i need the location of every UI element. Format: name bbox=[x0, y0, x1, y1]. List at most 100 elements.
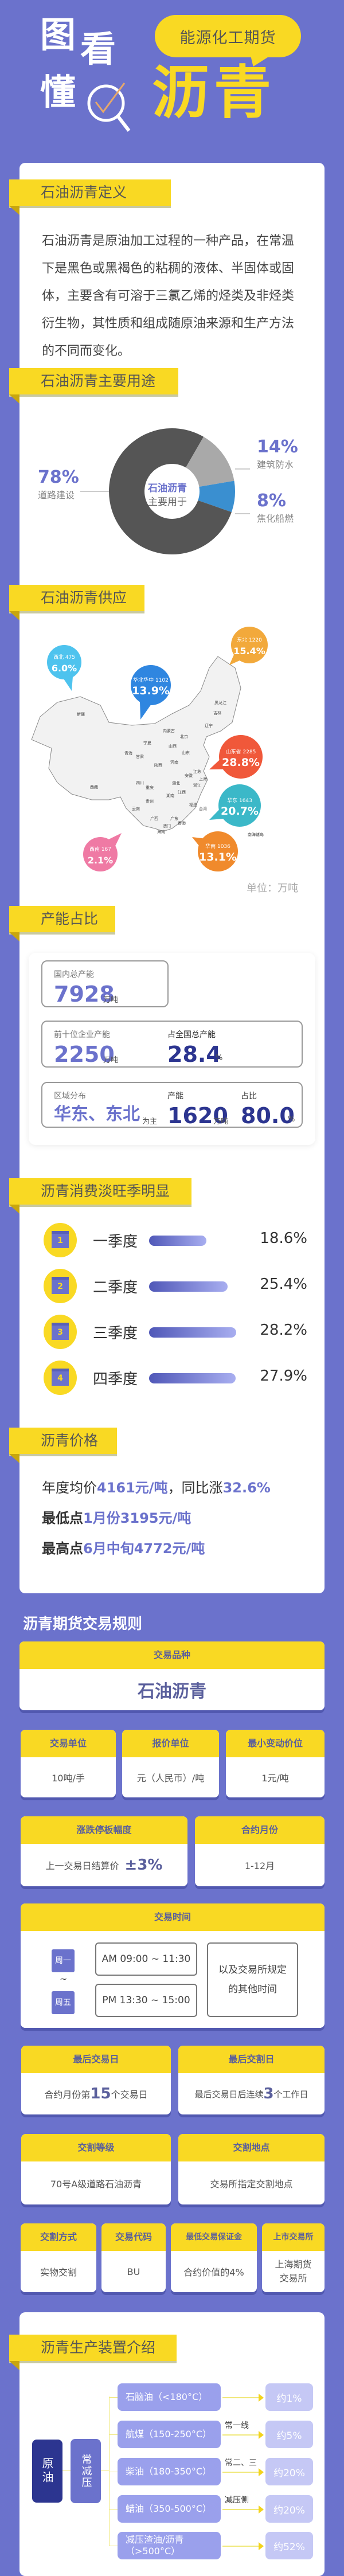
rule-value: 70号A级道路石油沥青 bbox=[50, 2178, 142, 2190]
quarter-row: 1 一季度 18.6% bbox=[44, 1223, 307, 1257]
rule-value: 1元/吨 bbox=[261, 1773, 289, 1784]
province-label: 重庆 bbox=[146, 785, 154, 790]
region-name: 西南 167 bbox=[89, 846, 111, 853]
price-line-high: 最高点6月中旬4772元/吨 bbox=[42, 1537, 205, 1557]
section-heading-price: 沥青价格 bbox=[9, 1428, 117, 1463]
rule-heading: 涨跌停板幅度 bbox=[21, 1816, 187, 1844]
rule-method: 交割方式 实物交割 bbox=[21, 2223, 96, 2292]
region-name: 华东 1643 bbox=[227, 797, 252, 804]
stat-unit: % bbox=[288, 1115, 295, 1124]
rule-heading: 最后交易日 bbox=[21, 2046, 171, 2073]
region-bubble: 西北 475 6.0% bbox=[47, 645, 81, 691]
rule-value: 1-12月 bbox=[244, 1860, 275, 1871]
quarter-badge: 3 bbox=[44, 1315, 77, 1349]
stat-unit: 万吨 bbox=[103, 1056, 119, 1065]
province-label: 南海诸岛 bbox=[248, 832, 264, 837]
rule-value: 交易所 bbox=[279, 2273, 307, 2284]
value: 1月份3195元/吨 bbox=[83, 1510, 191, 1526]
rule-value-highlight: 15 bbox=[90, 2085, 111, 2102]
province-label: 西藏 bbox=[90, 784, 98, 789]
stat-value: 80.0 bbox=[241, 1103, 295, 1128]
section-heading-production: 沥青生产装置介绍 bbox=[9, 2335, 177, 2370]
rule-heading: 最低交易保证金 bbox=[171, 2223, 257, 2251]
region-pct: 28.8% bbox=[222, 756, 260, 769]
rule-value: 实物交割 bbox=[40, 2267, 77, 2278]
province-label: 海南 bbox=[157, 829, 165, 834]
product-box: 蜡油（350-500°C） bbox=[118, 2495, 221, 2523]
province-label: 湖北 bbox=[172, 780, 180, 785]
text: 个工作日 bbox=[273, 2089, 308, 2100]
stat-value: 华东、东北 bbox=[54, 1104, 140, 1124]
calendar-icon: 2 bbox=[52, 1277, 69, 1294]
quarter-badge: 4 bbox=[44, 1361, 77, 1395]
rule-margin: 最低交易保证金合约价值的4% bbox=[171, 2223, 257, 2292]
calendar-friday-icon: 周五 bbox=[52, 1991, 75, 2014]
rule-value: 合约价值的4% bbox=[183, 2267, 244, 2278]
section-heading-definition: 石油沥青定义 bbox=[9, 179, 171, 215]
region-pct: 20.7% bbox=[221, 805, 259, 818]
province-label: 吉林 bbox=[213, 710, 221, 716]
rule-exchange: 上市交易所 上海期货 交易所 bbox=[262, 2223, 325, 2292]
rule-heading: 最小变动价位 bbox=[226, 1730, 325, 1757]
unit-note: 单位：万吨 bbox=[247, 882, 298, 894]
quarter-row: 4 四季度 27.9% bbox=[44, 1361, 307, 1395]
use-name: 焦化船燃 bbox=[257, 513, 294, 524]
region-pct: 6.0% bbox=[52, 663, 77, 674]
product-box: 航煤（150-250°C） bbox=[118, 2421, 221, 2448]
use-name: 建筑防水 bbox=[257, 459, 294, 470]
rule-heading: 合约月份 bbox=[195, 1816, 325, 1844]
text: ，同比涨 bbox=[167, 1480, 223, 1496]
rule-quote: 报价单位 元（人民币）/吨 bbox=[122, 1730, 219, 1797]
rule-value-highlight: 3 bbox=[263, 2085, 274, 2102]
quarter-pct: 28.2% bbox=[260, 1322, 307, 1339]
region-pct: 15.4% bbox=[233, 646, 265, 656]
text: 最低点 bbox=[42, 1510, 83, 1526]
rule-heading: 交易品种 bbox=[19, 1641, 325, 1669]
province-label: 甘肃 bbox=[136, 754, 144, 759]
quarter-bar bbox=[149, 1236, 207, 1246]
quarter-label: 一季度 bbox=[93, 1233, 138, 1250]
text: 年度均价 bbox=[42, 1480, 97, 1496]
rule-value-highlight: ±3% bbox=[124, 1856, 163, 1874]
region-name: 西北 475 bbox=[53, 654, 75, 660]
region-name: 山东省 2285 bbox=[226, 748, 256, 755]
connector bbox=[109, 2397, 118, 2398]
province-label: 青海 bbox=[124, 750, 132, 756]
quarter-label: 三季度 bbox=[93, 1325, 138, 1342]
stat-label: 区域分布 bbox=[54, 1092, 86, 1101]
quarter-bar bbox=[149, 1281, 228, 1292]
use-pct: 8% bbox=[257, 491, 286, 511]
tilde: ~ bbox=[60, 1973, 68, 1984]
price-line-average: 年度均价4161元/吨，同比涨32.6% bbox=[42, 1476, 271, 1496]
product-tag: 常一线 bbox=[225, 2421, 249, 2430]
china-supply-map: 新疆西藏 青海甘肃 宁夏 内蒙古北京山西山东河南陕西四川重庆 湖北安徽江苏上海浙江湖南江… bbox=[31, 627, 268, 871]
product-share: 约52% bbox=[265, 2532, 313, 2559]
logo-char: 懂 bbox=[40, 71, 76, 113]
region-name: 东北 1220 bbox=[237, 636, 262, 643]
rule-grade: 交割等级 70号A级道路石油沥青 bbox=[21, 2134, 171, 2204]
region-bubble: 华南 1036 13.1% bbox=[192, 831, 238, 871]
province-label: 贵州 bbox=[146, 799, 154, 804]
rule-months: 合约月份 1-12月 bbox=[195, 1816, 325, 1886]
am-session: AM 09:00 ~ 11:30 bbox=[95, 1942, 197, 1976]
arrow-right-icon bbox=[222, 2394, 264, 2402]
quarter-pct: 25.4% bbox=[260, 1276, 307, 1293]
province-label: 湖南 bbox=[166, 793, 174, 798]
province-label: 新疆 bbox=[77, 712, 85, 717]
stat-unit: 为主 bbox=[142, 1117, 158, 1126]
product-share: 约20% bbox=[265, 2495, 313, 2523]
rule-heading: 报价单位 bbox=[122, 1730, 219, 1757]
value: 4161元/吨 bbox=[97, 1480, 168, 1496]
region-bubble: 东北 1220 15.4% bbox=[229, 627, 268, 665]
rule-tick: 最小变动价位 1元/吨 bbox=[226, 1730, 325, 1797]
stat-value: 28.4 bbox=[167, 1042, 221, 1067]
section-heading-supply: 石油沥青供应 bbox=[9, 585, 144, 620]
arrow-right-icon bbox=[222, 2505, 264, 2514]
rule-variety: 交易品种 石油沥青 bbox=[19, 1641, 325, 1710]
quarter-label: 二季度 bbox=[93, 1279, 138, 1296]
rule-heading: 最后交割日 bbox=[178, 2046, 325, 2073]
rule-place: 交割地点 交易所指定交割地点 bbox=[178, 2134, 325, 2204]
stat-unit: % bbox=[216, 1054, 223, 1062]
other-hours: 以及交易所规定的其他时间 bbox=[207, 1942, 298, 2017]
province-label: 福建 bbox=[189, 802, 197, 807]
